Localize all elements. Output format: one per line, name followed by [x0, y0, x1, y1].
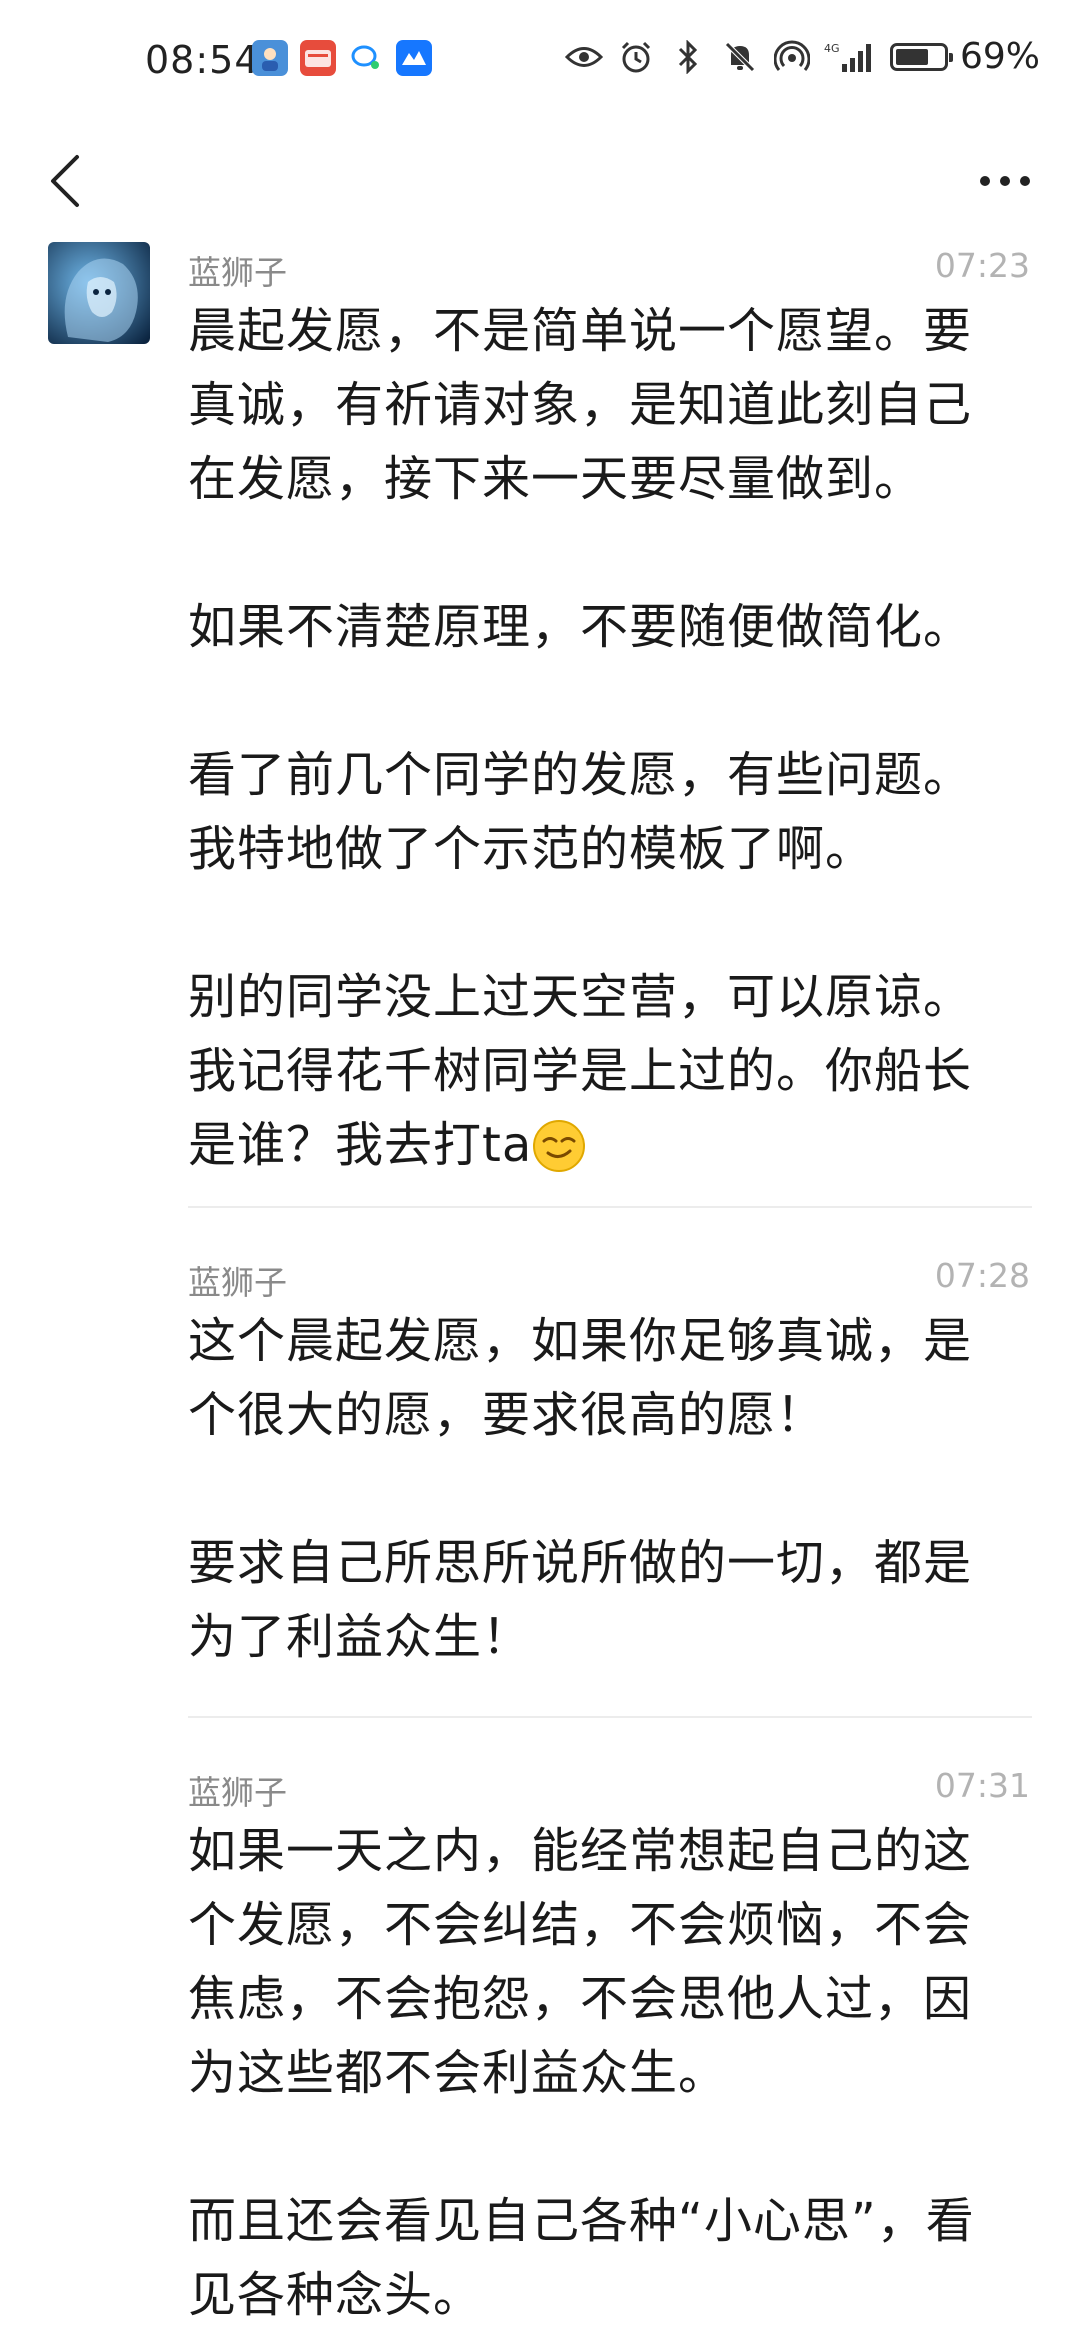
message-item: 蓝狮子 07:28 这个晨起发愿，如果你足够真诚，是 个很大的愿，要求很高的愿！… — [188, 1250, 1030, 1674]
signal-icon: 4G — [824, 37, 878, 77]
message-divider — [188, 1206, 1032, 1208]
message-paragraph: 要求自己所思所说所做的一切，都是 为了利益众生！ — [188, 1535, 973, 1665]
status-bar: 08:54 4G 69% — [0, 0, 1080, 120]
top-nav-bar — [0, 120, 1080, 240]
message-paragraph: 如果一天之内，能经常想起自己的这 个发愿，不会纠结，不会烦恼，不会 焦虑，不会抱… — [188, 1823, 973, 2101]
notification-icons — [252, 40, 432, 76]
message-paragraph: 如果不清楚原理，不要随便做简化。 — [188, 599, 973, 655]
back-button[interactable] — [30, 146, 100, 216]
message-time: 07:31 — [934, 1766, 1030, 1805]
battery-icon — [889, 42, 953, 71]
message-divider — [188, 1716, 1032, 1718]
sender-name: 蓝狮子 — [188, 1773, 287, 1812]
message-time: 07:23 — [934, 246, 1030, 285]
ellipsis-icon — [980, 176, 990, 186]
alarm-icon — [616, 37, 656, 77]
bluetooth-icon — [668, 37, 708, 77]
message-time: 07:28 — [934, 1256, 1030, 1295]
system-icons: 4G 69% — [564, 36, 1040, 77]
chevron-left-icon — [51, 155, 79, 207]
message-paragraph: 看了前几个同学的发愿，有些问题。 我特地做了个示范的模板了啊。 — [188, 747, 973, 877]
app-avatar-icon — [252, 40, 288, 76]
sender-name: 蓝狮子 — [188, 253, 287, 292]
chat-bubble-icon — [348, 40, 384, 76]
red-app-icon — [300, 40, 336, 76]
message-item: 蓝狮子 07:31 如果一天之内，能经常想起自己的这 个发愿，不会纠结，不会烦恼… — [188, 1760, 1030, 2332]
blue-app-icon — [396, 40, 432, 76]
status-time: 08:54 — [145, 38, 260, 82]
message-paragraph: 别的同学没上过天空营，可以原谅。 我记得花千树同学是上过的。你船长 是谁？我去打… — [188, 960, 1030, 1182]
smirk-emoji-icon — [533, 1120, 586, 1172]
more-button[interactable] — [960, 146, 1050, 216]
hotspot-icon — [772, 37, 812, 77]
svg-text:4G: 4G — [824, 42, 840, 55]
message-paragraph: 晨起发愿，不是简单说一个愿望。要 真诚，有祈请对象，是知道此刻自己 在发愿，接下… — [188, 303, 973, 507]
eye-icon — [564, 37, 604, 77]
message-paragraph: 这个晨起发愿，如果你足够真诚，是 个很大的愿，要求很高的愿！ — [188, 1313, 973, 1443]
message-item: 蓝狮子 07:23 晨起发愿，不是简单说一个愿望。要 真诚，有祈请对象，是知道此… — [188, 240, 1030, 1182]
battery-percent: 69% — [959, 36, 1040, 77]
battery-level — [895, 48, 928, 65]
mute-bell-icon — [720, 37, 760, 77]
sender-name: 蓝狮子 — [188, 1263, 287, 1302]
avatar[interactable] — [48, 242, 150, 344]
